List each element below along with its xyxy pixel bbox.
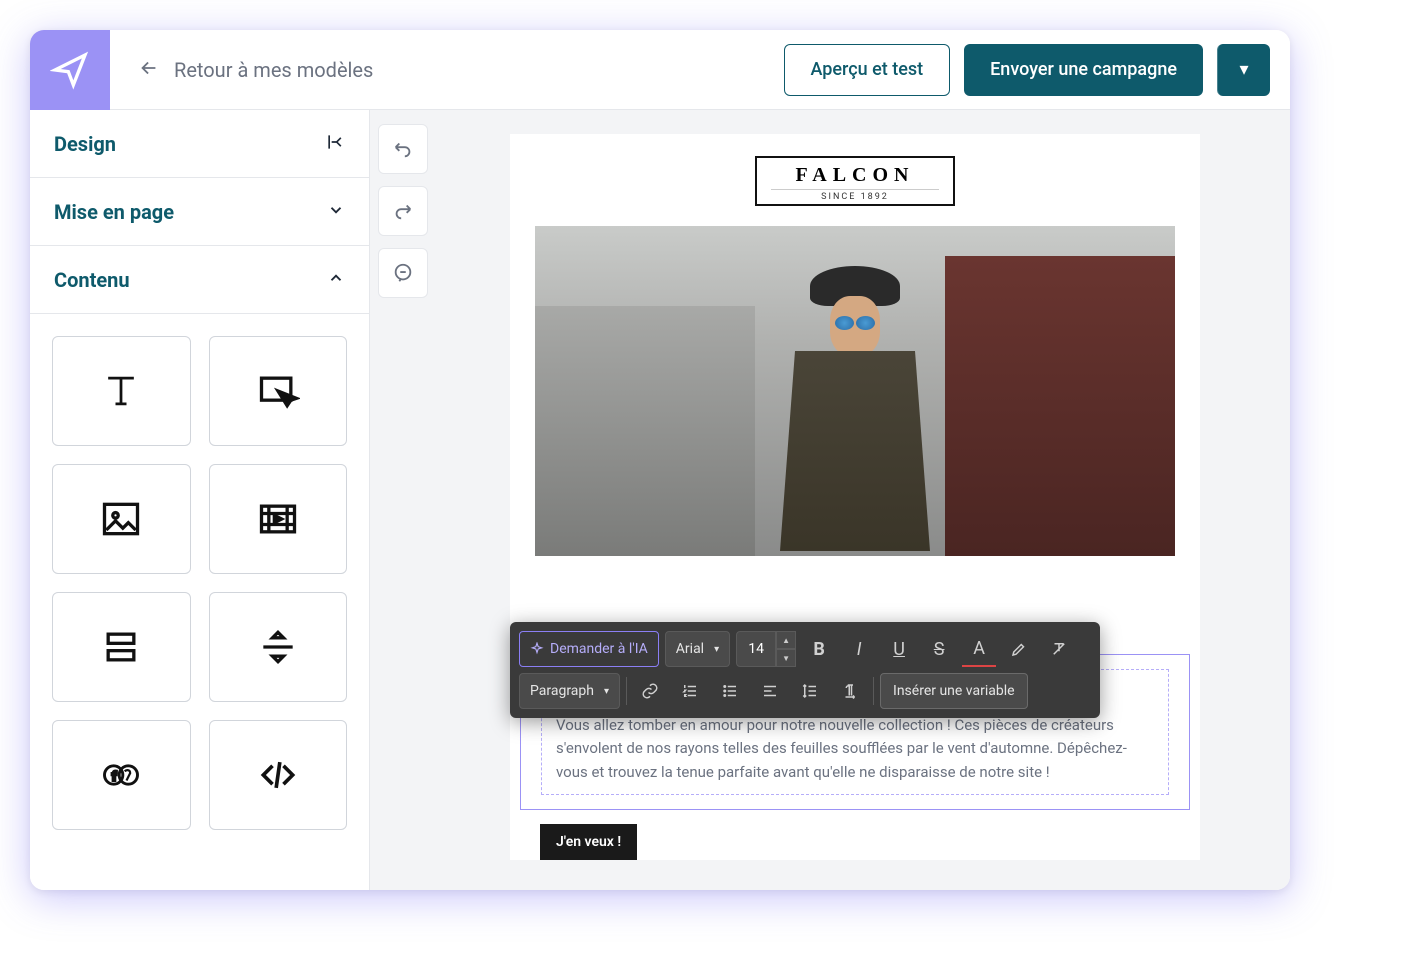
undo-button[interactable] [378, 124, 428, 174]
chevron-down-icon [327, 201, 345, 223]
block-video[interactable] [209, 464, 348, 574]
block-text[interactable] [52, 336, 191, 446]
font-size-down[interactable]: ▼ [776, 649, 796, 667]
panel-layout[interactable]: Mise en page [30, 178, 369, 246]
app-logo[interactable] [30, 30, 110, 110]
brand-name: FALCON [771, 164, 939, 187]
svg-text:f: f [112, 770, 117, 785]
unordered-list-icon [721, 682, 739, 700]
content-blocks-grid: f [30, 314, 369, 852]
ordered-list-button[interactable] [673, 673, 707, 709]
hero-image[interactable] [535, 226, 1175, 556]
undo-icon [392, 138, 414, 160]
redo-icon [392, 200, 414, 222]
text-block-icon [99, 369, 143, 413]
block-spacer[interactable] [52, 592, 191, 702]
italic-button[interactable]: I [842, 631, 876, 667]
font-family-select[interactable]: Arial [665, 631, 730, 667]
spacer-block-icon [99, 625, 143, 669]
divider-block-icon [256, 625, 300, 669]
link-button[interactable] [633, 673, 667, 709]
redo-button[interactable] [378, 186, 428, 236]
align-button[interactable] [753, 673, 787, 709]
unordered-list-button[interactable] [713, 673, 747, 709]
back-to-templates[interactable]: Retour à mes modèles [110, 57, 373, 83]
comment-button[interactable] [378, 248, 428, 298]
align-icon [761, 682, 779, 700]
chevron-up-icon [327, 269, 345, 291]
html-block-icon [256, 753, 300, 797]
insert-variable-button[interactable]: Insérer une variable [880, 673, 1028, 709]
sparkle-icon [530, 642, 544, 656]
brand-logo: FALCON SINCE 1892 [755, 156, 955, 206]
preview-button[interactable]: Aperçu et test [784, 44, 951, 96]
text-color-button[interactable]: A [962, 631, 996, 667]
font-size-input[interactable] [736, 631, 776, 667]
paper-plane-icon [50, 50, 90, 90]
font-size-stepper[interactable]: ▲ ▼ [736, 631, 796, 667]
workspace: Design Mise en page Contenu [30, 110, 1290, 890]
underline-button[interactable]: U [882, 631, 916, 667]
block-button[interactable] [209, 336, 348, 446]
text-direction-icon [841, 682, 859, 700]
paragraph-style-select[interactable]: Paragraph [519, 673, 620, 709]
email-body[interactable]: Vous allez tomber en amour pour notre no… [556, 714, 1154, 784]
app-window: Retour à mes modèles Aperçu et test Envo… [30, 30, 1290, 890]
send-campaign-button[interactable]: Envoyer une campagne [964, 44, 1203, 96]
block-html[interactable] [209, 720, 348, 830]
text-direction-button[interactable] [833, 673, 867, 709]
top-actions: Aperçu et test Envoyer une campagne ▾ [784, 44, 1290, 96]
canvas-area[interactable]: FALCON SINCE 1892 [436, 110, 1290, 890]
panel-title: Contenu [54, 268, 130, 292]
back-label: Retour à mes modèles [174, 58, 373, 82]
font-size-up[interactable]: ▲ [776, 631, 796, 649]
comment-icon [392, 262, 414, 284]
clear-format-button[interactable] [1042, 631, 1076, 667]
video-block-icon [256, 497, 300, 541]
clear-format-icon [1050, 640, 1068, 658]
image-block-icon [99, 497, 143, 541]
chevron-down-icon: ▾ [1239, 59, 1248, 80]
collapse-left-icon [325, 132, 345, 156]
highlight-button[interactable] [1002, 631, 1036, 667]
panel-design[interactable]: Design [30, 110, 369, 178]
block-divider[interactable] [209, 592, 348, 702]
ask-ai-label: Demander à l'IA [550, 641, 648, 657]
cta-button[interactable]: J'en veux ! [540, 824, 637, 860]
block-social[interactable]: f [52, 720, 191, 830]
pencil-icon [1010, 640, 1028, 658]
link-icon [641, 682, 659, 700]
line-height-button[interactable] [793, 673, 827, 709]
brand-subtitle: SINCE 1892 [771, 189, 939, 202]
ordered-list-icon [681, 682, 699, 700]
arrow-left-icon [138, 57, 160, 83]
panel-title: Design [54, 132, 116, 156]
panel-title: Mise en page [54, 200, 174, 224]
panel-content[interactable]: Contenu [30, 246, 369, 314]
line-height-icon [801, 682, 819, 700]
top-bar: Retour à mes modèles Aperçu et test Envo… [30, 30, 1290, 110]
editor-tools [370, 110, 436, 890]
bold-button[interactable]: B [802, 631, 836, 667]
button-block-icon [256, 369, 300, 413]
sidebar: Design Mise en page Contenu [30, 110, 370, 890]
send-dropdown-button[interactable]: ▾ [1217, 44, 1270, 96]
text-toolbar: Demander à l'IA Arial ▲ ▼ B I U [510, 622, 1100, 718]
ask-ai-button[interactable]: Demander à l'IA [519, 631, 659, 667]
strikethrough-button[interactable]: S [922, 631, 956, 667]
social-block-icon: f [99, 753, 143, 797]
email-canvas: FALCON SINCE 1892 [510, 134, 1200, 860]
block-image[interactable] [52, 464, 191, 574]
